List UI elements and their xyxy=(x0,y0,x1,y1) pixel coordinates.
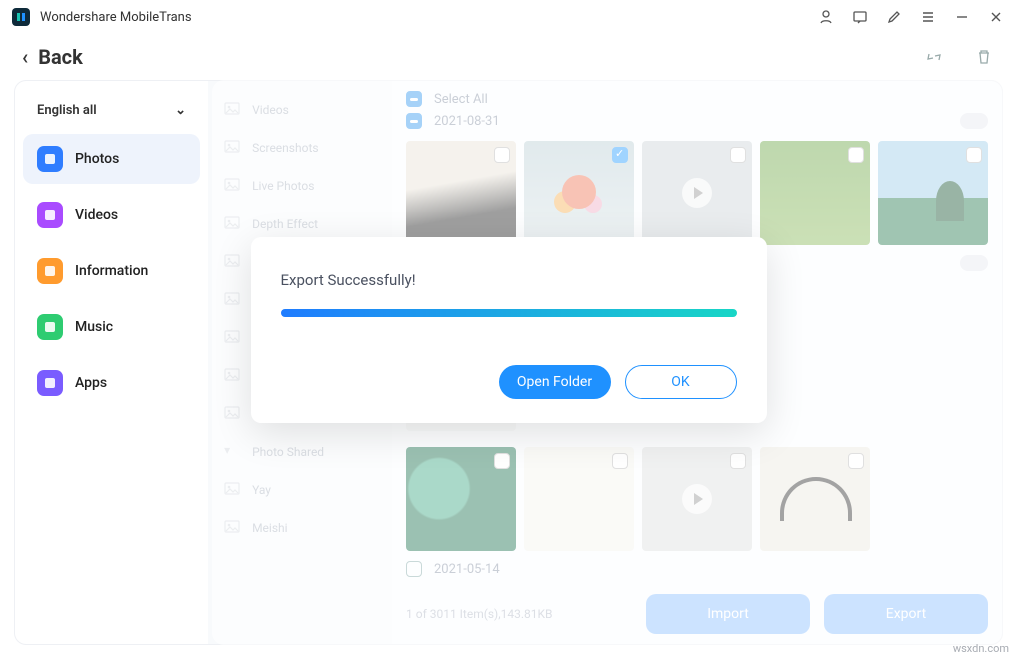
export-success-modal: Export Successfully! Open Folder OK xyxy=(251,237,767,423)
modal-backdrop: Export Successfully! Open Folder OK xyxy=(0,0,1017,659)
ok-button[interactable]: OK xyxy=(625,365,737,399)
watermark: wsxdn.com xyxy=(953,642,1009,655)
open-folder-button[interactable]: Open Folder xyxy=(499,365,611,399)
progress-bar xyxy=(281,309,737,317)
modal-title: Export Successfully! xyxy=(281,271,737,289)
